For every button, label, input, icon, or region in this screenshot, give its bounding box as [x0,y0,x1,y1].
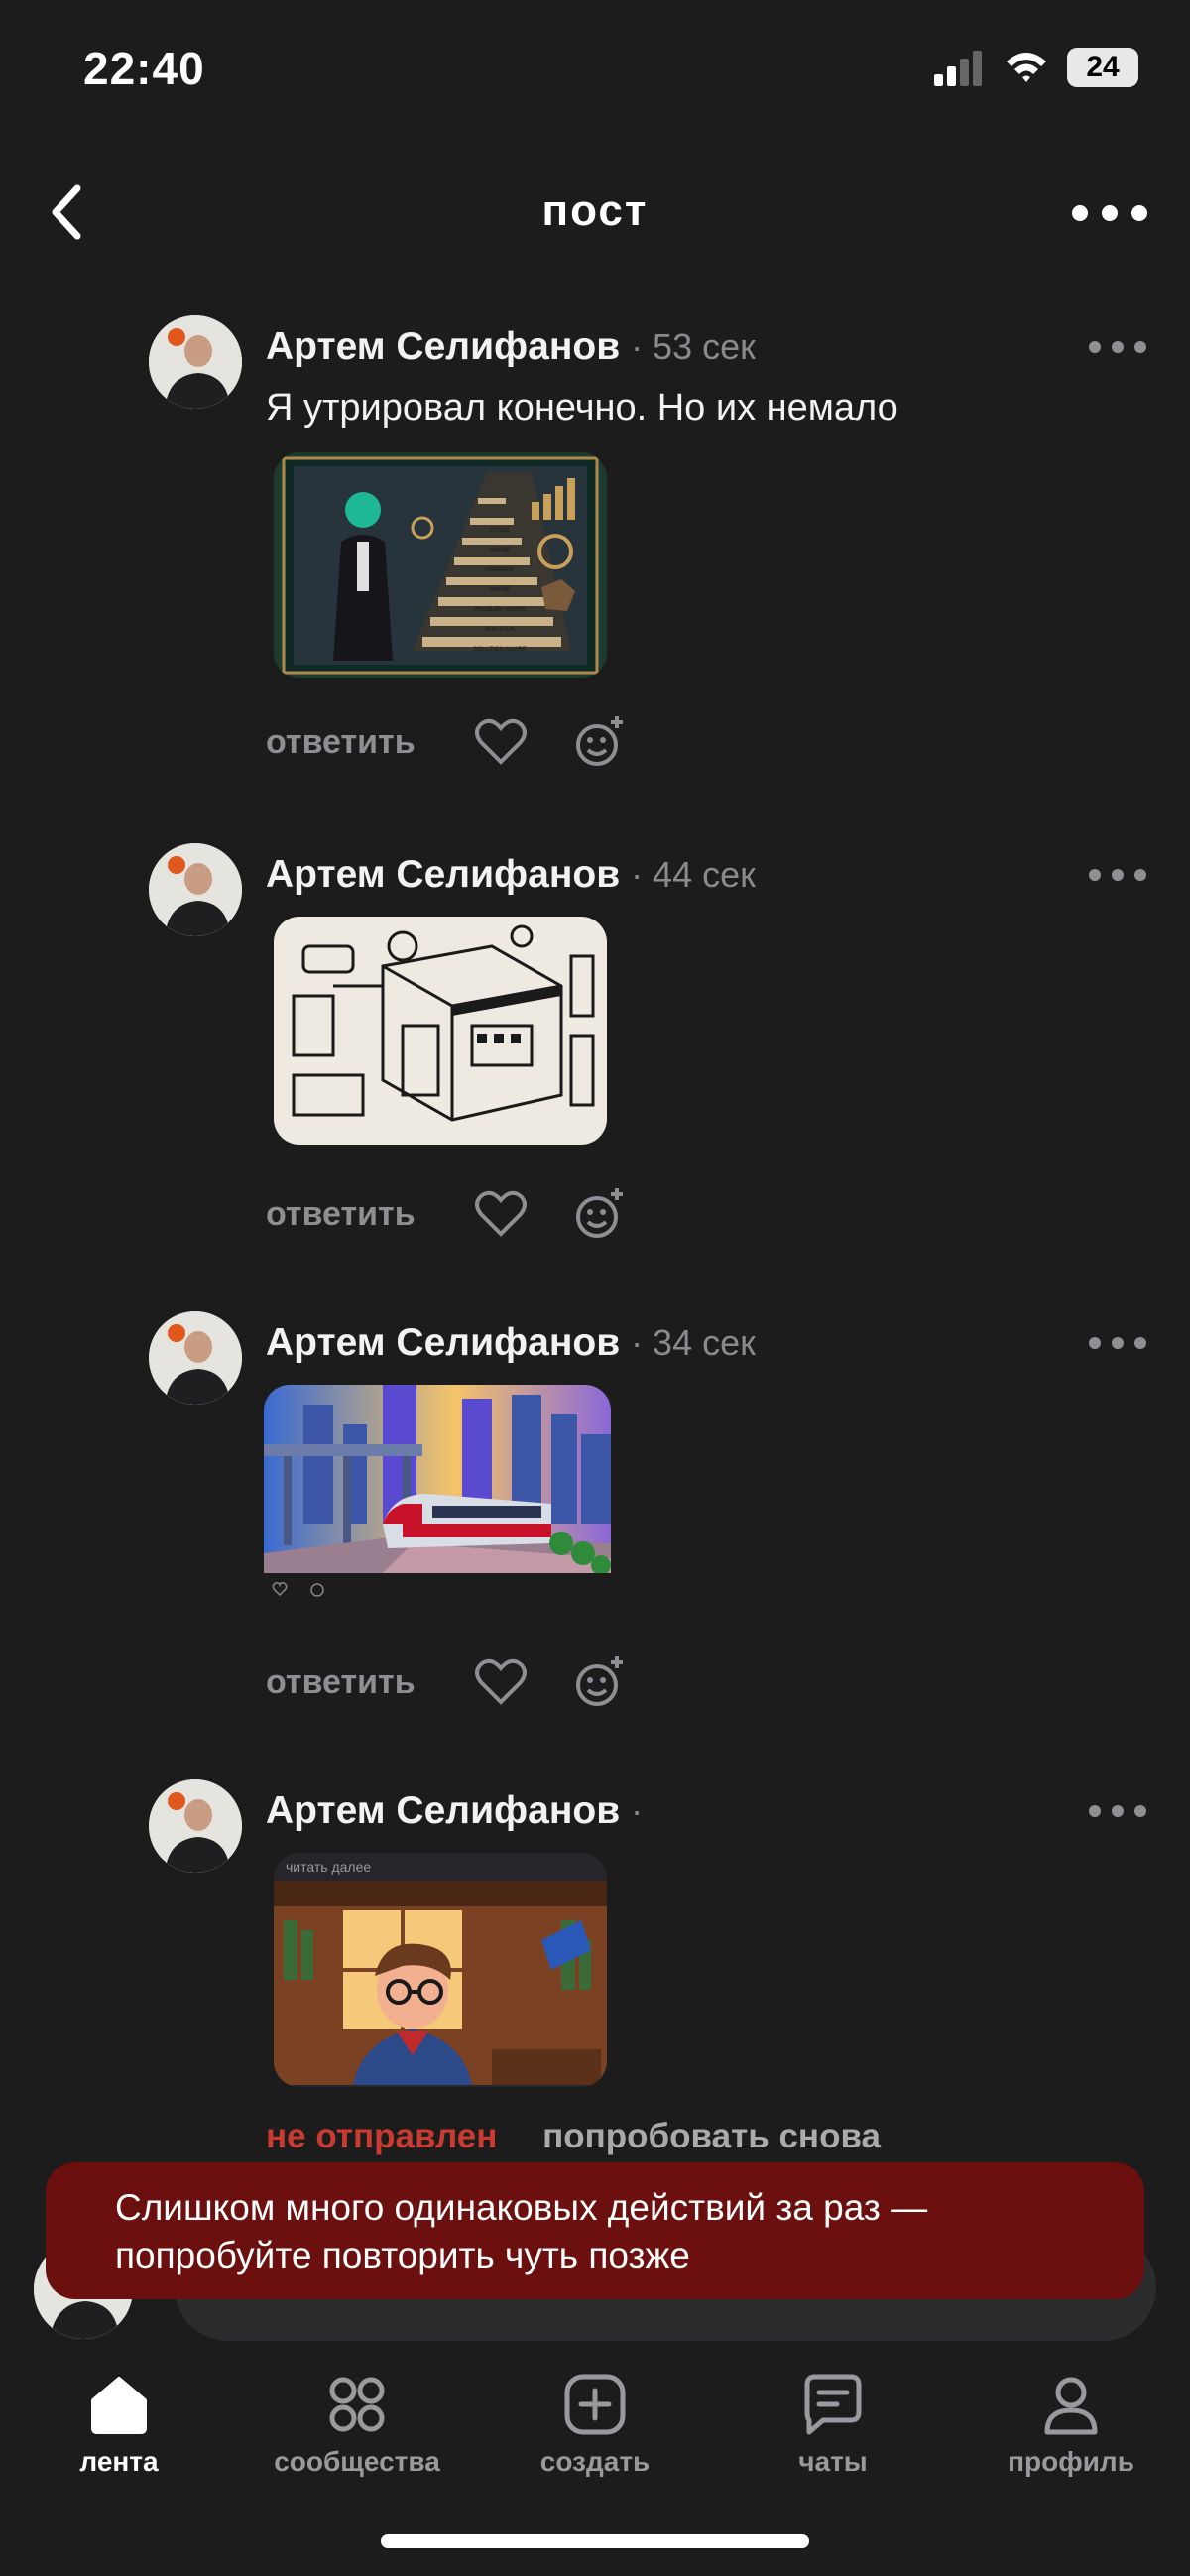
nav-header: пост [0,169,1190,258]
comment-time: · 34 сек [631,1322,756,1363]
create-icon [564,2374,626,2435]
reader-illustration [274,1881,607,2085]
author-name: Артем Селифанов [266,1321,621,1364]
battery-indicator: 24 [1067,48,1138,87]
comment-author[interactable]: Артем Селифанов · 34 сек [266,1321,756,1365]
comment-time: · 53 сек [631,326,756,367]
add-reaction-icon[interactable] [570,712,630,772]
tab-label: профиль [1008,2446,1134,2477]
ladder-step-label: SOLUTION [485,627,516,633]
send-error-status: не отправлен [266,2117,498,2155]
toast-line-1: Слишком много одинаковых действий за раз… [115,2187,928,2228]
ladder-step-label: AWARE [489,548,511,553]
comment-author[interactable]: Артем Селифанов · [266,1789,643,1833]
author-name: Артем Селифанов [266,853,621,896]
tab-label: создать [539,2446,651,2477]
tab-label: чаты [798,2446,868,2477]
heart-icon[interactable] [471,1184,531,1244]
tab-feed[interactable]: лента [10,2373,228,2478]
comment-author[interactable]: Артем Селифанов · 44 сек [266,853,756,897]
reply-button[interactable]: ответить [266,1195,416,1234]
tab-profile[interactable]: профиль [962,2373,1180,2478]
author-name: Артем Селифанов [266,1789,621,1832]
comment-more-icon[interactable] [1083,1325,1152,1361]
more-options-icon[interactable] [1065,188,1154,238]
avatar[interactable] [149,1311,242,1405]
add-reaction-icon[interactable] [570,1184,630,1244]
status-time: 22:40 [83,43,205,94]
ladder-step-label: UNAWARE [485,567,515,573]
avatar[interactable] [149,315,242,409]
reply-button[interactable]: ответить [266,723,416,762]
ladder-illustration: STAGE AWARE UNAWARE AWARE PROBLEM AWARE SOLUT… [274,452,607,678]
avatar[interactable] [149,1779,242,1873]
comment-time: · 44 сек [631,854,756,895]
chats-icon [804,2374,862,2435]
wifi-icon [1007,53,1046,82]
communities-icon [329,2377,385,2432]
heart-icon[interactable] [471,1653,531,1712]
signal-icon [934,51,982,86]
comment-image-train[interactable] [264,1385,611,1615]
tab-communities[interactable]: сообщества [248,2373,466,2478]
comment-actions: ответить [266,1653,669,1712]
comment-actions: ответить [266,712,669,772]
status-icons: 24 [934,48,1138,87]
tab-label: лента [79,2446,159,2477]
ladder-step-label: SOLUTION AWARE [473,647,527,653]
author-name: Артем Селифанов [266,325,621,368]
send-error-row: не отправлен попробовать снова [266,2117,881,2156]
bottom-tab-bar: лента сообщества создать чаты профиль [0,2353,1190,2502]
avatar[interactable] [149,843,242,936]
comment-more-icon[interactable] [1083,1793,1152,1829]
comment-more-icon[interactable] [1083,329,1152,365]
add-reaction-icon[interactable] [570,1653,630,1712]
comment-actions: ответить [266,1184,669,1244]
error-toast: Слишком много одинаковых действий за раз… [46,2162,1144,2299]
tab-label: сообщества [274,2446,440,2477]
heart-icon[interactable] [471,712,531,772]
home-icon [91,2377,147,2434]
ladder-step-label: AWARE [489,587,511,593]
comment-more-icon[interactable] [1083,857,1152,893]
comment-author[interactable]: Артем Селифанов · 53 сек [266,325,756,369]
retry-button[interactable]: попробовать снова [542,2117,881,2155]
comment-text: Я утрировал конечно. Но их немало [266,387,898,429]
home-indicator[interactable] [381,2534,809,2548]
comment-time: · [631,1790,644,1831]
ladder-step-label: STAGE [490,528,510,534]
status-bar: 22:40 24 [0,0,1190,139]
comment-image-ladder[interactable]: STAGE AWARE UNAWARE AWARE PROBLEM AWARE SOLUT… [274,452,607,678]
toast-line-2: попробуйте повторить чуть позже [115,2235,690,2275]
image-caption: читать далее [286,1859,372,1875]
tab-chats[interactable]: чаты [724,2373,942,2478]
comment-image-isometric[interactable] [274,917,607,1145]
ladder-step-label: PROBLEM AWARE [474,607,526,613]
profile-icon [1044,2377,1098,2435]
comment-image-reader[interactable]: читать далее [274,1853,607,2087]
reply-button[interactable]: ответить [266,1663,416,1702]
train-illustration [264,1385,611,1615]
tab-create[interactable]: создать [486,2373,704,2478]
isometric-illustration [274,917,607,1145]
page-title: пост [541,186,649,235]
